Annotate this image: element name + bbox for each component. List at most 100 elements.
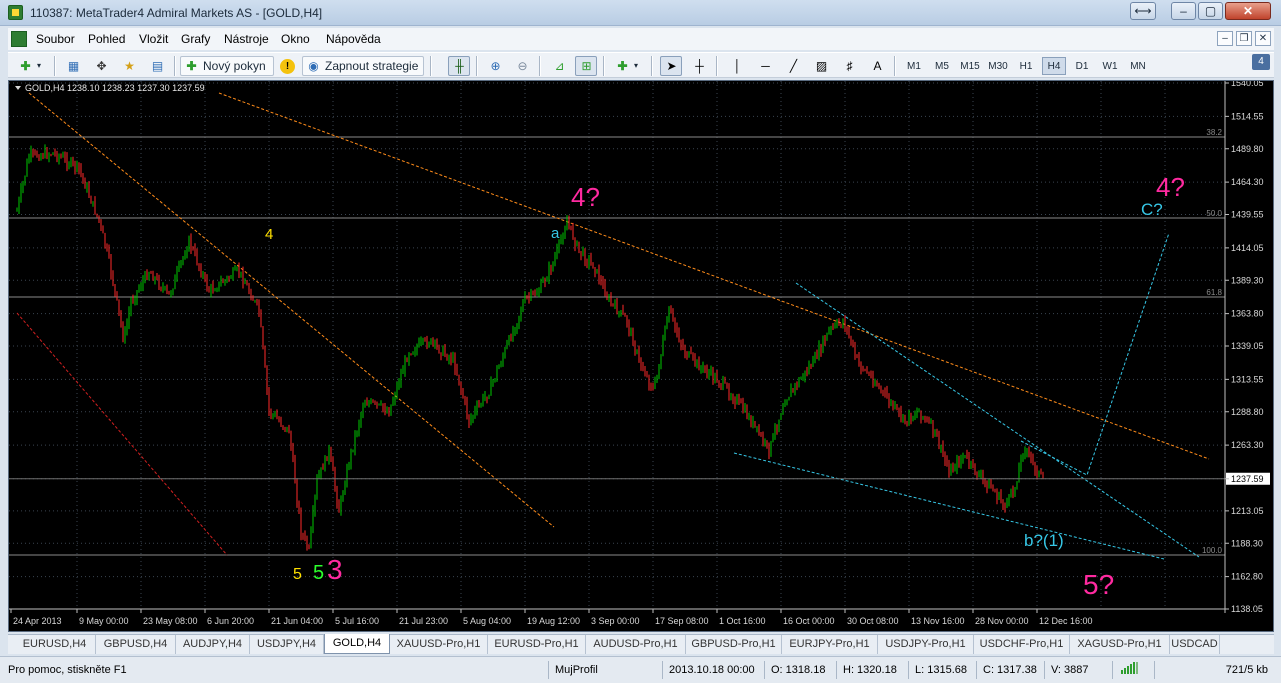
menu-napoveda[interactable]: Nápověda — [326, 32, 381, 46]
market-watch-button[interactable]: ▦ — [62, 56, 84, 76]
fibonacci-icon: ♯ — [846, 59, 853, 73]
new-order-label: Nový pokyn — [203, 59, 266, 73]
indicator-add-icon: ✚ — [617, 59, 628, 73]
dropdown-arrow-icon: ▾ — [634, 61, 639, 70]
new-order-button[interactable]: ✚ Nový pokyn — [180, 56, 274, 76]
trendline-icon: ╱ — [789, 59, 798, 73]
chart-area[interactable]: 38.2 50.0 61.8 100.0 1540.05 1514.55 1489.80 14… — [8, 80, 1274, 632]
dropdown-arrow-icon: ▾ — [37, 61, 42, 70]
connection-status[interactable] — [1112, 661, 1152, 679]
fibonacci-button[interactable]: ♯ — [838, 56, 860, 76]
time-label: 19 Aug 12:00 — [527, 616, 580, 626]
side-badge[interactable]: 4 — [1252, 54, 1270, 70]
zoom-out-button[interactable]: ⊖ — [511, 56, 533, 76]
horizontal-line-button[interactable]: ─ — [754, 56, 776, 76]
menu-grafy[interactable]: Grafy — [181, 32, 210, 46]
zoom-in-button[interactable]: ⊕ — [484, 56, 506, 76]
cursor-tool-button[interactable]: ➤ — [660, 56, 682, 76]
tab-eurusd-h4[interactable]: EURUSD,H4 — [14, 635, 96, 654]
data-window-button[interactable]: ✥ — [90, 56, 112, 76]
tab-eurusd-pro-h1[interactable]: EURUSD-Pro,H1 — [488, 635, 586, 654]
close-button[interactable]: ✕ — [1225, 2, 1271, 20]
vertical-line-button[interactable]: │ — [726, 56, 748, 76]
maximize-button[interactable]: ▢ — [1198, 2, 1223, 20]
crosshair-tool-button[interactable]: ┼ — [688, 56, 710, 76]
timeframe-w1[interactable]: W1 — [1098, 57, 1122, 75]
menu-soubor[interactable]: Soubor — [36, 32, 75, 46]
title-bar: 110387: MetaTrader4 Admiral Markets AS -… — [0, 0, 1281, 26]
price-label: 1464.30 — [1231, 177, 1264, 187]
time-label: 9 May 00:00 — [79, 616, 129, 626]
text-tool-button[interactable]: A — [866, 56, 888, 76]
wave-annotation: 5? — [1083, 569, 1114, 600]
time-label: 28 Nov 00:00 — [975, 616, 1029, 626]
menu-pohled[interactable]: Pohled — [88, 32, 125, 46]
toolbar-separator — [476, 56, 478, 76]
current-price-label: 1237.59 — [1231, 474, 1264, 484]
price-label: 1162.80 — [1231, 572, 1263, 582]
tab-usdchf-pro-h1[interactable]: USDCHF-Pro,H1 — [974, 635, 1070, 654]
chart-tabs: EURUSD,H4 GBPUSD,H4 AUDJPY,H4 USDJPY,H4 GOLD… — [8, 634, 1274, 654]
wave-annotation: 5 — [293, 566, 302, 583]
timeframe-d1[interactable]: D1 — [1070, 57, 1094, 75]
time-label: 17 Sep 08:00 — [655, 616, 709, 626]
timeframe-m1[interactable]: M1 — [902, 57, 926, 75]
menu-nastroje[interactable]: Nástroje — [224, 32, 269, 46]
price-label: 1339.05 — [1231, 341, 1264, 351]
tab-gbpusd-h4[interactable]: GBPUSD,H4 — [96, 635, 176, 654]
price-label: 1540.05 — [1231, 81, 1264, 88]
timeframe-mn[interactable]: MN — [1126, 57, 1150, 75]
autoscroll-button[interactable]: ⊿ — [548, 56, 570, 76]
crosshair-icon: ✥ — [96, 59, 107, 73]
tab-xagusd-pro-h1[interactable]: XAGUSD-Pro,H1 — [1070, 635, 1170, 654]
timeframe-h4[interactable]: H4 — [1042, 57, 1066, 75]
crosshair-icon: ┼ — [695, 59, 704, 73]
timeframe-m30[interactable]: M30 — [986, 57, 1010, 75]
mdi-close-button[interactable]: ✕ — [1255, 31, 1271, 46]
fib-level-label: 38.2 — [1206, 128, 1222, 137]
metaeditor-button[interactable]: ! — [276, 56, 298, 76]
menu-bar: Soubor Pohled Vložit Grafy Nástroje Okno… — [8, 28, 1274, 50]
bar-chart-icon: ╫ — [455, 59, 464, 73]
tab-usdjpy-h4[interactable]: USDJPY,H4 — [250, 635, 324, 654]
trendline-button[interactable]: ╱ — [782, 56, 804, 76]
chart-shift-button[interactable]: ⊞ — [575, 56, 597, 76]
price-label: 1489.80 — [1231, 144, 1264, 154]
terminal-button[interactable]: ▤ — [146, 56, 168, 76]
mdi-restore-button[interactable]: ❐ — [1236, 31, 1252, 46]
tab-eurjpy-pro-h1[interactable]: EURJPY-Pro,H1 — [782, 635, 878, 654]
timeframe-m5[interactable]: M5 — [930, 57, 954, 75]
status-bar: Pro pomoc, stiskněte F1 MujProfil 2013.1… — [0, 656, 1281, 683]
menu-vlozit[interactable]: Vložit — [139, 32, 168, 46]
tab-audusd-pro-h1[interactable]: AUDUSD-Pro,H1 — [586, 635, 686, 654]
minimize-button[interactable]: – — [1171, 2, 1196, 20]
tab-xauusd-pro-h1[interactable]: XAUUSD-Pro,H1 — [390, 635, 488, 654]
chart-shift-icon: ⊞ — [581, 59, 592, 73]
timeframe-m15[interactable]: M15 — [958, 57, 982, 75]
timeframe-h1[interactable]: H1 — [1014, 57, 1038, 75]
autotrading-button[interactable]: ◉ Zapnout strategie — [302, 56, 424, 76]
wave-annotation: 4? — [571, 182, 600, 212]
price-chart[interactable]: 38.2 50.0 61.8 100.0 1540.05 1514.55 1489.80 14… — [9, 81, 1273, 631]
time-label: 24 Apr 2013 — [13, 616, 62, 626]
indicators-button[interactable]: ✚ ▾ — [611, 56, 645, 76]
mdi-minimize-button[interactable]: – — [1217, 31, 1233, 46]
new-chart-button[interactable]: ✚ ▾ — [14, 56, 48, 76]
tab-audjpy-h4[interactable]: AUDJPY,H4 — [176, 635, 250, 654]
resize-icon[interactable]: ⟷ — [1130, 2, 1156, 20]
toolbar-separator — [894, 56, 896, 76]
navigator-button[interactable]: ★ — [118, 56, 140, 76]
bar-chart-button[interactable]: ╫ — [448, 56, 470, 76]
menu-okno[interactable]: Okno — [281, 32, 310, 46]
wave-annotation: 4? — [1156, 172, 1185, 202]
tab-gold-h4[interactable]: GOLD,H4 — [324, 634, 390, 654]
toolbar-separator — [651, 56, 653, 76]
chart-window-icon[interactable] — [11, 31, 27, 47]
status-profile[interactable]: MujProfil — [548, 661, 660, 679]
tab-usdjpy-pro-h1[interactable]: USDJPY-Pro,H1 — [878, 635, 974, 654]
time-label: 21 Jul 23:00 — [399, 616, 448, 626]
channel-button[interactable]: ▨ — [810, 56, 832, 76]
tab-gbpusd-pro-h1[interactable]: GBPUSD-Pro,H1 — [686, 635, 782, 654]
price-label: 1263.30 — [1231, 440, 1264, 450]
tab-usdcad[interactable]: USDCAD — [1170, 635, 1220, 654]
